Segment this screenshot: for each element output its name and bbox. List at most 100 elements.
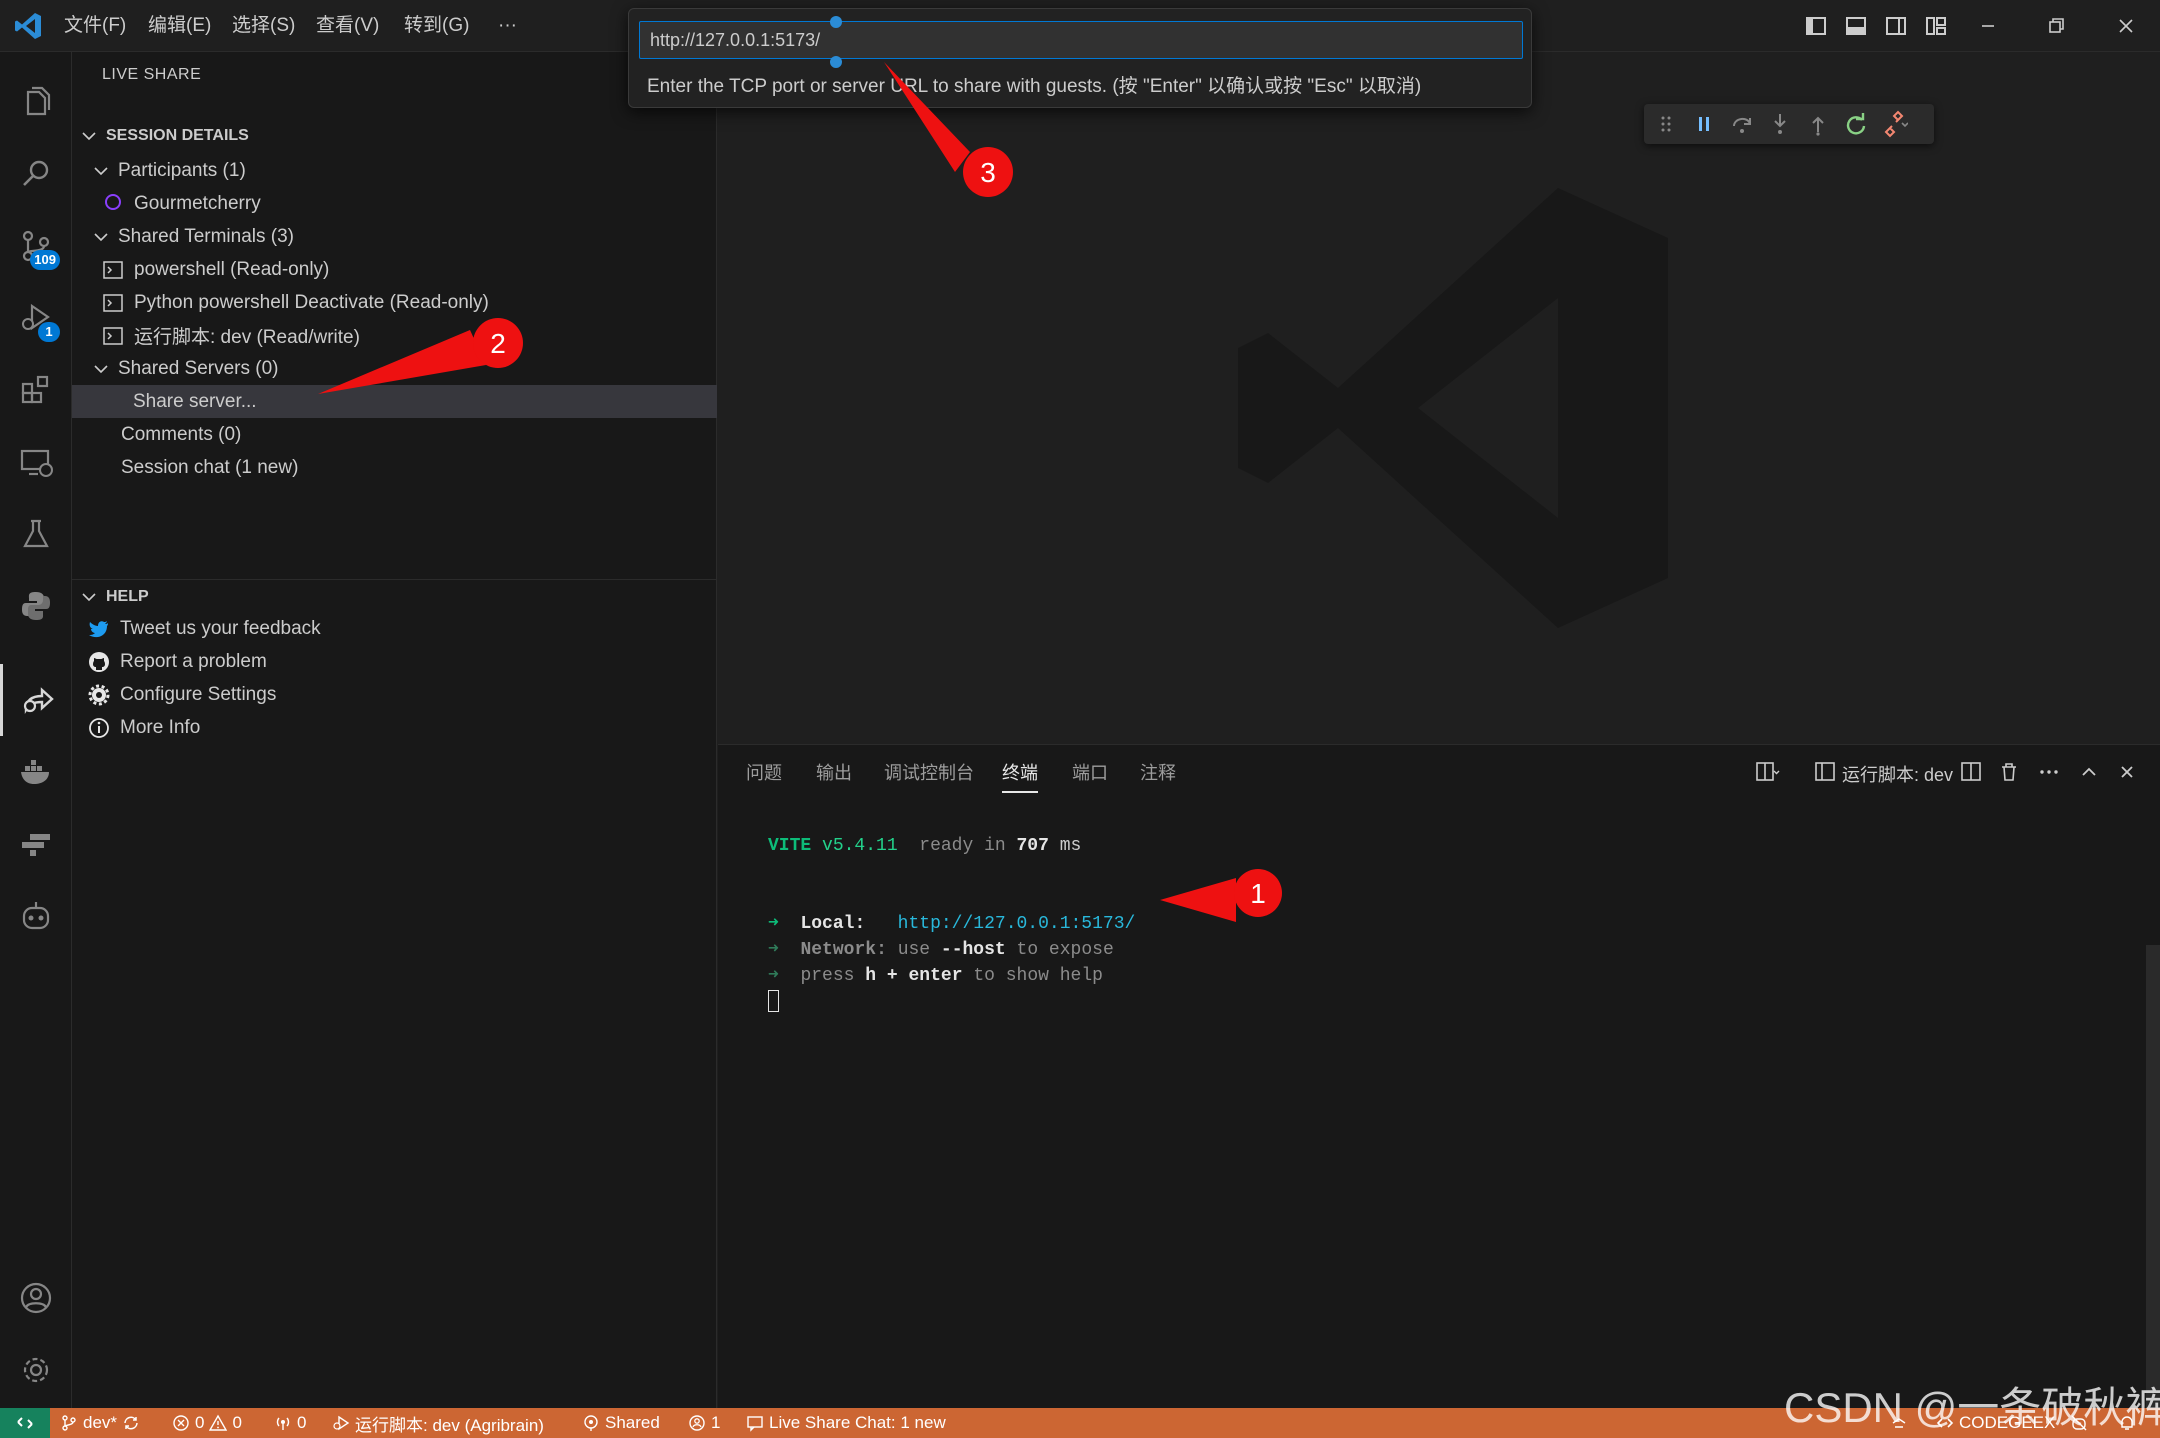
step-over-icon[interactable] [1728,110,1756,138]
split-terminal-icon[interactable] [1958,759,1984,785]
run-task-label: 运行脚本: dev (Agribrain) [355,1415,544,1435]
participants-node[interactable]: Participants (1) [72,154,717,187]
live-share-button[interactable] [0,664,72,736]
help-line: ➜ press h + enter to show help [768,963,1135,989]
tab-debug-console[interactable]: 调试控制台 [884,759,974,791]
drag-handle-icon[interactable] [1652,110,1680,138]
participant-item[interactable]: Gourmetcherry [72,187,717,220]
step-out-icon[interactable] [1804,110,1832,138]
flask-icon [23,519,49,548]
menu-view[interactable]: 查看(V) [316,0,379,52]
menu-more-button[interactable]: ··· [498,0,517,52]
terminal-split-icon[interactable] [1812,759,1838,785]
terminal-cursor [768,990,779,1013]
more-info-item[interactable]: More Info [72,711,717,744]
session-chat-node[interactable]: Session chat (1 new) [72,451,717,484]
extensions-button[interactable] [0,354,72,426]
toggle-secondary-sidebar-icon[interactable] [1880,10,1912,42]
accounts-button[interactable] [0,1262,72,1334]
problems-status[interactable]: 0 0 [172,1408,242,1438]
remote-explorer-icon [20,449,53,477]
restart-icon[interactable] [1842,110,1870,138]
branch-name: dev* [83,1413,118,1432]
shared-terminals-node[interactable]: Shared Terminals (3) [72,220,717,253]
manage-button[interactable] [0,1334,72,1406]
menu-selection[interactable]: 选择(S) [232,0,295,52]
shared-terminal-item[interactable]: powershell (Read-only) [72,253,717,286]
remote-indicator[interactable] [0,1408,50,1438]
ready-time: 707 [1016,836,1049,856]
arrow-glyph: ➜ [768,914,779,934]
shared-terminal-item[interactable]: 运行脚本: dev (Read/write) [72,319,717,352]
branch-status[interactable]: dev* [60,1408,140,1438]
remote-explorer-button[interactable] [0,426,72,498]
close-icon[interactable] [2110,10,2142,42]
warning-count: 0 [232,1413,242,1432]
gitlens-button[interactable] [0,808,72,880]
local-label: Local: [800,914,866,934]
scm-badge: 109 [30,250,60,270]
menu-edit[interactable]: 编辑(E) [148,0,211,52]
docker-button[interactable] [0,736,72,808]
participants-count: 1 [711,1413,721,1432]
toggle-panel-icon[interactable] [1840,10,1872,42]
tab-terminal[interactable]: 终端 [1002,759,1038,793]
copilot-button[interactable] [0,880,72,952]
shared-terminal-item[interactable]: Python powershell Deactivate (Read-only) [72,286,717,319]
participants-status[interactable]: 1 [688,1408,720,1438]
comments-node[interactable]: Comments (0) [72,418,717,451]
tweet-feedback-item[interactable]: Tweet us your feedback [72,612,717,645]
ready-text: ready in [919,836,1006,856]
participants-icon [689,1415,705,1431]
source-control-button[interactable]: 109 [0,210,72,282]
terminal-scrollbar[interactable] [2146,945,2160,1409]
session-details-header[interactable]: SESSION DETAILS [72,120,717,152]
configure-settings-item[interactable]: Configure Settings [72,678,717,711]
live-share-chat-status[interactable]: Live Share Chat: 1 new [746,1408,946,1438]
more-info-label: More Info [120,716,201,738]
shared-servers-node[interactable]: Shared Servers (0) [72,352,717,385]
terminal-output[interactable]: VITE v5.4.11 ready in 707 ms ➜ Local: ht… [768,833,1135,1015]
share-server-url-input[interactable] [639,21,1523,59]
testing-button[interactable] [0,498,72,570]
bottom-panel: 问题 输出 调试控制台 终端 端口 注释 运行脚本: dev VITE v5.4… [718,744,2160,1409]
disconnect-icon[interactable] [1880,110,1908,138]
sync-icon[interactable] [122,1414,140,1432]
more-actions-icon[interactable] [2036,759,2062,785]
customize-layout-icon[interactable] [1920,10,1952,42]
active-terminal-name[interactable]: 运行脚本: dev [1842,761,1953,787]
share-server-label: Share server... [133,390,257,412]
local-url-line: ➜ Local: http://127.0.0.1:5173/ [768,911,1135,937]
share-server-action[interactable]: Share server... [72,385,717,418]
session-chat-label: Session chat (1 new) [121,456,299,478]
restore-icon[interactable] [2040,10,2072,42]
live-share-status[interactable]: Shared [582,1408,660,1438]
network-rest: to expose [1016,940,1114,960]
minimize-icon[interactable] [1972,10,2004,42]
ports-status[interactable]: 0 [274,1408,306,1438]
local-url-link[interactable]: http://127.0.0.1:5173/ [898,914,1136,934]
maximize-panel-icon[interactable] [2076,759,2102,785]
pause-icon[interactable] [1690,110,1718,138]
tab-comments[interactable]: 注释 [1140,759,1176,791]
tab-problems[interactable]: 问题 [746,759,782,791]
extensions-icon [21,375,49,404]
run-task-status[interactable]: 运行脚本: dev (Agribrain) [332,1408,544,1438]
trash-icon[interactable] [1996,759,2022,785]
tab-output[interactable]: 输出 [816,759,852,791]
press-key: h + enter [865,966,963,986]
report-problem-item[interactable]: Report a problem [72,645,717,678]
new-terminal-split-icon[interactable] [1754,759,1780,785]
python-button[interactable] [0,570,72,642]
close-panel-icon[interactable] [2114,759,2140,785]
help-header[interactable]: HELP [72,581,717,613]
search-button[interactable] [0,138,72,210]
menu-go[interactable]: 转到(G) [404,0,469,52]
toggle-primary-sidebar-icon[interactable] [1800,10,1832,42]
menu-file[interactable]: 文件(F) [64,0,126,52]
run-debug-button[interactable]: 1 [0,282,72,354]
explorer-button[interactable] [0,66,72,138]
tab-ports[interactable]: 端口 [1072,759,1108,791]
vscode-watermark-icon [1238,188,1668,628]
step-into-icon[interactable] [1766,110,1794,138]
